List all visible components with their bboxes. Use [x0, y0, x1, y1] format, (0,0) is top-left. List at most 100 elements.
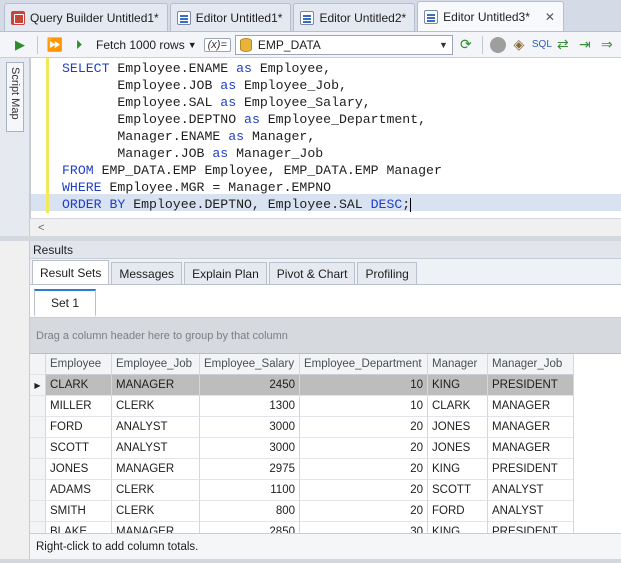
column-header-employee[interactable]: Employee	[46, 354, 112, 375]
execute-selection-icon[interactable]: ⏵	[69, 35, 89, 55]
table-cell[interactable]: PRESIDENT	[488, 522, 574, 533]
table-cell[interactable]: JONES	[46, 459, 112, 480]
table-cell[interactable]: 3000	[200, 417, 300, 438]
script-map-tab[interactable]: Script Map	[6, 62, 24, 132]
table-cell[interactable]: 2850	[200, 522, 300, 533]
table-cell[interactable]: FORD	[46, 417, 112, 438]
table-cell[interactable]: 2450	[200, 375, 300, 396]
tab-explain-plan[interactable]: Explain Plan	[184, 262, 267, 284]
grid-corner[interactable]	[30, 354, 46, 375]
column-header-employee-job[interactable]: Employee_Job	[112, 354, 200, 375]
column-header-manager-job[interactable]: Manager_Job	[488, 354, 574, 375]
editor-horizontal-scrollbar[interactable]: <	[30, 218, 621, 236]
table-cell[interactable]: ANALYST	[112, 438, 200, 459]
export-icon[interactable]: ⇥	[576, 36, 594, 53]
paint-icon[interactable]: ◈	[510, 36, 528, 53]
table-cell[interactable]: SCOTT	[46, 438, 112, 459]
table-cell[interactable]: CLERK	[112, 480, 200, 501]
transaction-icon[interactable]: ⇄	[554, 36, 572, 53]
table-cell[interactable]: CLARK	[428, 396, 488, 417]
execute-current-icon[interactable]: ⏩	[45, 35, 65, 55]
table-cell[interactable]: MANAGER	[488, 417, 574, 438]
column-header-employee-salary[interactable]: Employee_Salary	[200, 354, 300, 375]
tab-query-builder-untitled1[interactable]: Query Builder Untitled1*	[4, 3, 168, 31]
row-selector[interactable]	[30, 417, 46, 438]
table-cell[interactable]: MANAGER	[112, 522, 200, 533]
table-cell[interactable]: 10	[300, 375, 428, 396]
table-cell[interactable]: 30	[300, 522, 428, 533]
tab-editor-untitled1[interactable]: Editor Untitled1*	[169, 3, 292, 31]
table-row[interactable]: ADAMS CLERK 1100 20 SCOTT ANALYST	[30, 480, 621, 501]
row-selector[interactable]	[30, 522, 46, 533]
table-cell[interactable]: KING	[428, 459, 488, 480]
connection-selector[interactable]: EMP_DATA ▼	[234, 34, 453, 55]
table-cell[interactable]: 20	[300, 459, 428, 480]
table-cell[interactable]: SMITH	[46, 501, 112, 522]
table-cell[interactable]: KING	[428, 375, 488, 396]
table-cell[interactable]: MANAGER	[112, 459, 200, 480]
table-row[interactable]: ▶ CLARK MANAGER 2450 10 KING PRESIDENT	[30, 375, 621, 396]
chevron-left-icon[interactable]: <	[38, 222, 44, 234]
table-cell[interactable]: BLAKE	[46, 522, 112, 533]
table-cell[interactable]: FORD	[428, 501, 488, 522]
execute-icon[interactable]: ▶	[10, 35, 30, 55]
table-cell[interactable]: ANALYST	[488, 501, 574, 522]
column-header-employee-department[interactable]: Employee_Department	[300, 354, 428, 375]
variables-button[interactable]: (x)=	[203, 37, 231, 52]
close-icon[interactable]: ✕	[545, 10, 555, 24]
tab-set-1[interactable]: Set 1	[34, 289, 96, 317]
table-cell[interactable]: MANAGER	[488, 438, 574, 459]
table-cell[interactable]: 1300	[200, 396, 300, 417]
table-cell[interactable]: PRESIDENT	[488, 375, 574, 396]
row-selector[interactable]	[30, 438, 46, 459]
sql-code-editor[interactable]: SELECT Employee.ENAME as Employee, Emplo…	[30, 58, 621, 218]
table-cell[interactable]: 20	[300, 417, 428, 438]
table-row[interactable]: JONES MANAGER 2975 20 KING PRESIDENT	[30, 459, 621, 480]
row-selector[interactable]	[30, 459, 46, 480]
commit-icon[interactable]: ⇒	[598, 36, 616, 53]
table-cell[interactable]: JONES	[428, 417, 488, 438]
row-selector[interactable]	[30, 480, 46, 501]
script-map-panel[interactable]: Script Map	[0, 58, 30, 238]
table-row[interactable]: SCOTT ANALYST 3000 20 JONES MANAGER	[30, 438, 621, 459]
table-cell[interactable]: CLARK	[46, 375, 112, 396]
table-cell[interactable]: 2975	[200, 459, 300, 480]
tab-profiling[interactable]: Profiling	[357, 262, 417, 284]
table-cell[interactable]: KING	[428, 522, 488, 533]
row-selector[interactable]	[30, 501, 46, 522]
table-cell[interactable]: 20	[300, 438, 428, 459]
tab-pivot-chart[interactable]: Pivot & Chart	[268, 262, 356, 284]
table-row[interactable]: SMITH CLERK 800 20 FORD ANALYST	[30, 501, 621, 522]
table-cell[interactable]: SCOTT	[428, 480, 488, 501]
table-cell[interactable]: JONES	[428, 438, 488, 459]
table-cell[interactable]: CLERK	[112, 396, 200, 417]
table-cell[interactable]: CLERK	[112, 501, 200, 522]
table-cell[interactable]: MILLER	[46, 396, 112, 417]
table-cell[interactable]: PRESIDENT	[488, 459, 574, 480]
sql-format-icon[interactable]: SQL	[532, 39, 552, 50]
tab-editor-untitled2[interactable]: Editor Untitled2*	[293, 3, 416, 31]
table-cell[interactable]: ANALYST	[488, 480, 574, 501]
tab-editor-untitled3[interactable]: Editor Untitled3* ✕	[417, 1, 564, 31]
table-cell[interactable]: 20	[300, 480, 428, 501]
table-cell[interactable]: ANALYST	[112, 417, 200, 438]
table-row[interactable]: FORD ANALYST 3000 20 JONES MANAGER	[30, 417, 621, 438]
fetch-rows-dropdown[interactable]: Fetch 1000 rows ▼	[93, 38, 200, 52]
table-cell[interactable]: 20	[300, 501, 428, 522]
column-header-manager[interactable]: Manager	[428, 354, 488, 375]
table-cell[interactable]: 800	[200, 501, 300, 522]
table-row[interactable]: MILLER CLERK 1300 10 CLARK MANAGER	[30, 396, 621, 417]
refresh-icon[interactable]: ⟳	[457, 36, 475, 53]
table-cell[interactable]: 3000	[200, 438, 300, 459]
table-cell[interactable]: MANAGER	[112, 375, 200, 396]
results-grid[interactable]: Employee Employee_Job Employee_Salary Emplo…	[30, 354, 621, 533]
table-cell[interactable]: MANAGER	[488, 396, 574, 417]
row-selector[interactable]	[30, 396, 46, 417]
tab-result-sets[interactable]: Result Sets	[32, 260, 110, 284]
current-row-indicator[interactable]: ▶	[30, 375, 46, 396]
group-by-drop-zone[interactable]: Drag a column header here to group by th…	[30, 318, 621, 354]
table-cell[interactable]: 1100	[200, 480, 300, 501]
table-cell[interactable]: 10	[300, 396, 428, 417]
tab-messages[interactable]: Messages	[111, 262, 183, 284]
stop-icon[interactable]	[489, 36, 506, 53]
